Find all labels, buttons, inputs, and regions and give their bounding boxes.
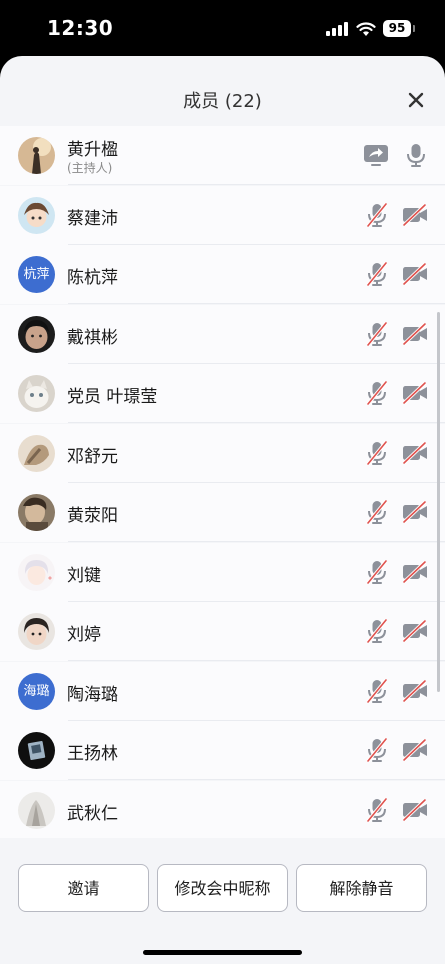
member-row[interactable]: 王扬林	[0, 721, 445, 780]
mic-muted-icon[interactable]	[363, 439, 391, 467]
mic-muted-icon[interactable]	[363, 379, 391, 407]
member-row[interactable]: 黄荥阳	[0, 483, 445, 542]
action-bar: 邀请 修改会中昵称 解除静音	[0, 838, 445, 964]
cellular-signal-icon	[326, 22, 350, 36]
camera-off-icon[interactable]	[401, 558, 429, 586]
member-name: 刘婷	[67, 625, 101, 645]
status-time: 12:30	[47, 16, 114, 40]
mic-muted-icon[interactable]	[363, 558, 391, 586]
members-sheet: 成员 (22) 黄升楹 (主持人) 蔡建沛 杭萍 陈杭萍 戴祺彬 党员 叶璟莹 …	[0, 56, 445, 964]
sheet-title: 成员 (22)	[183, 91, 262, 112]
member-row[interactable]: 刘键	[0, 542, 445, 602]
camera-off-icon[interactable]	[401, 617, 429, 645]
camera-off-icon[interactable]	[401, 439, 429, 467]
member-row[interactable]: 党员 叶璟莹	[0, 364, 445, 423]
wifi-icon	[356, 22, 376, 36]
rename-in-meeting-button[interactable]: 修改会中昵称	[157, 864, 288, 912]
microphone-icon[interactable]	[402, 141, 430, 169]
avatar	[18, 494, 55, 531]
mic-muted-icon[interactable]	[363, 498, 391, 526]
unmute-all-button[interactable]: 解除静音	[296, 864, 427, 912]
camera-off-icon[interactable]	[401, 498, 429, 526]
member-name: 黄升楹	[67, 140, 118, 160]
member-row[interactable]: 杭萍 陈杭萍	[0, 245, 445, 304]
avatar	[18, 791, 55, 829]
avatar	[18, 375, 55, 412]
camera-off-icon[interactable]	[401, 260, 429, 288]
avatar	[18, 196, 55, 234]
member-name: 戴祺彬	[67, 327, 118, 348]
member-name: 王扬林	[67, 744, 118, 764]
invite-button[interactable]: 邀请	[18, 864, 149, 912]
member-row[interactable]: 刘婷	[0, 602, 445, 661]
member-row[interactable]: 蔡建沛	[0, 185, 445, 245]
mic-muted-icon[interactable]	[363, 736, 391, 764]
status-bar: 12:30 95	[0, 0, 445, 56]
mic-muted-icon[interactable]	[363, 677, 391, 705]
member-name: 陈杭萍	[67, 268, 118, 288]
avatar	[18, 137, 55, 174]
member-name: 蔡建沛	[67, 208, 118, 229]
member-list[interactable]: 黄升楹 (主持人) 蔡建沛 杭萍 陈杭萍 戴祺彬 党员 叶璟莹 邓舒元 黄荥阳 …	[0, 126, 445, 838]
member-name: 党员 叶璟莹	[67, 387, 158, 407]
camera-off-icon[interactable]	[401, 736, 429, 764]
mic-muted-icon[interactable]	[363, 201, 391, 229]
camera-off-icon[interactable]	[401, 796, 429, 824]
avatar	[18, 315, 55, 353]
camera-off-icon[interactable]	[401, 677, 429, 705]
home-indicator	[143, 950, 302, 955]
battery-level: 95	[383, 20, 411, 37]
battery-tip	[413, 25, 415, 32]
screen-share-icon[interactable]	[362, 141, 390, 169]
camera-off-icon[interactable]	[401, 379, 429, 407]
member-row[interactable]: 戴祺彬	[0, 304, 445, 364]
avatar: 海璐	[18, 672, 55, 710]
scrollbar[interactable]	[437, 312, 440, 692]
close-icon[interactable]	[400, 84, 432, 116]
avatar	[18, 613, 55, 650]
avatar	[18, 732, 55, 769]
member-name: 陶海璐	[67, 684, 118, 705]
member-name: 黄荥阳	[67, 506, 118, 526]
avatar	[18, 434, 55, 472]
member-name: 刘键	[67, 565, 101, 586]
avatar: 杭萍	[18, 256, 55, 293]
member-name: 武秋仁	[67, 803, 118, 824]
camera-off-icon[interactable]	[401, 201, 429, 229]
mic-muted-icon[interactable]	[363, 260, 391, 288]
host-role-label: (主持人)	[67, 161, 113, 175]
member-name: 邓舒元	[67, 446, 118, 467]
member-row[interactable]: 海璐 陶海璐	[0, 661, 445, 721]
avatar	[18, 553, 55, 591]
member-row[interactable]: 武秋仁	[0, 780, 445, 838]
mic-muted-icon[interactable]	[363, 617, 391, 645]
sheet-header: 成员 (22)	[0, 56, 445, 126]
mic-muted-icon[interactable]	[363, 796, 391, 824]
mic-muted-icon[interactable]	[363, 320, 391, 348]
member-row-host[interactable]: 黄升楹 (主持人)	[0, 126, 445, 185]
camera-off-icon[interactable]	[401, 320, 429, 348]
member-row[interactable]: 邓舒元	[0, 423, 445, 483]
